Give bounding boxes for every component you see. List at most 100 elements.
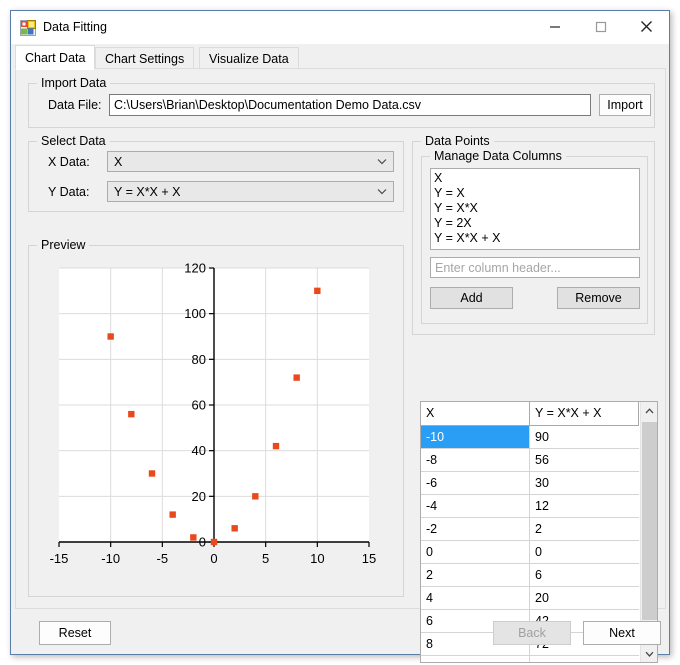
table-cell[interactable]: -4 xyxy=(421,495,530,517)
select-data-group-label: Select Data xyxy=(37,134,110,148)
chart-x-tick-label: -15 xyxy=(50,551,69,566)
list-item[interactable]: Y = X*X + X xyxy=(434,231,639,246)
list-item[interactable]: X xyxy=(434,171,639,186)
table-row[interactable]: 4 20 xyxy=(421,587,639,610)
tab-chart-settings[interactable]: Chart Settings xyxy=(95,47,195,69)
data-points-group-label: Data Points xyxy=(421,134,494,148)
import-data-group: Import Data Data File: Import xyxy=(28,76,655,128)
x-data-combo-value: X xyxy=(114,155,123,169)
minimize-icon[interactable] xyxy=(532,11,577,42)
manage-data-columns-group: Manage Data Columns X Y = X Y = X*X Y = … xyxy=(421,149,648,324)
chart-x-tick-label: 10 xyxy=(310,551,324,566)
table-header-row: XY = X*X + X xyxy=(421,402,639,426)
tab-visualize-data[interactable]: Visualize Data xyxy=(199,47,299,69)
table-cell[interactable]: 90 xyxy=(530,426,639,448)
chart-data-point xyxy=(148,470,156,477)
chart-data-point xyxy=(252,493,259,500)
chart-data-point xyxy=(293,374,300,381)
table-row[interactable]: 10110 xyxy=(421,656,639,662)
data-points-group: Data Points Manage Data Columns X Y = X … xyxy=(412,134,655,335)
table-cell[interactable]: 2 xyxy=(421,564,530,586)
data-columns-listbox[interactable]: X Y = X Y = X*X Y = 2X Y = X*X + X xyxy=(430,168,640,250)
data-file-label: Data File: xyxy=(48,98,102,112)
y-data-label: Y Data: xyxy=(48,185,90,199)
table-row[interactable]: -10 90 xyxy=(421,426,639,449)
app-window: Data Fitting Chart Data Chart Settings V… xyxy=(10,10,670,663)
preview-scatter-chart: -15 -10 -5 0 5 10 15 0 20 40 60 80 100 120 xyxy=(50,261,377,567)
table-cell[interactable]: 20 xyxy=(530,587,639,609)
back-button: Back xyxy=(493,621,571,645)
maximize-icon[interactable] xyxy=(578,11,623,42)
table-cell[interactable]: -8 xyxy=(421,449,530,471)
close-icon[interactable] xyxy=(624,11,669,42)
chart-x-tick-label: -5 xyxy=(157,551,169,566)
preview-group: Preview -15 -10 -5 0 5 10 15 0 20 40 60 80 100 120 xyxy=(28,238,404,597)
chart-data-point xyxy=(210,538,218,546)
table-row[interactable]: 26 xyxy=(421,564,639,587)
chart-y-tick-label: 120 xyxy=(184,261,206,276)
import-data-group-label: Import Data xyxy=(37,76,111,90)
table-cell[interactable]: 56 xyxy=(530,449,639,471)
y-data-combo[interactable]: Y = X*X + X xyxy=(107,181,394,202)
chart-data-point xyxy=(169,511,176,518)
tab-strip: Chart Data Chart Settings Visualize Data xyxy=(15,45,666,70)
new-column-header-input[interactable] xyxy=(430,257,640,278)
table-cell[interactable]: 0 xyxy=(530,541,639,563)
table-cell[interactable]: 0 xyxy=(421,541,530,563)
chart-x-tick-label: 15 xyxy=(362,551,376,566)
table-cell[interactable]: 4 xyxy=(421,587,530,609)
table-cell[interactable]: 110 xyxy=(530,656,639,662)
table-cell[interactable]: 30 xyxy=(530,472,639,494)
manage-data-columns-label: Manage Data Columns xyxy=(430,149,566,163)
x-data-combo[interactable]: X xyxy=(107,151,394,172)
table-row[interactable]: -8 56 xyxy=(421,449,639,472)
title-bar: Data Fitting xyxy=(11,11,669,44)
tab-chart-data[interactable]: Chart Data xyxy=(15,45,96,70)
chevron-down-icon xyxy=(377,182,387,201)
chart-data-point xyxy=(272,442,280,450)
list-item[interactable]: Y = X xyxy=(434,186,639,201)
chart-y-tick-label: 100 xyxy=(184,306,206,321)
chart-x-tick-label: -10 xyxy=(101,551,120,566)
table-cell[interactable]: -10 xyxy=(421,426,530,448)
table-cell[interactable]: 10 xyxy=(421,656,530,662)
chevron-down-icon xyxy=(377,152,387,171)
table-row[interactable]: -6 30 xyxy=(421,472,639,495)
chart-data-point xyxy=(190,534,197,541)
footer-bar: Reset Back Next xyxy=(11,610,669,655)
add-column-button[interactable]: Add xyxy=(430,287,513,309)
window-title: Data Fitting xyxy=(43,20,107,34)
table-cell[interactable]: 12 xyxy=(530,495,639,517)
data-file-input[interactable] xyxy=(109,94,591,116)
table-header-cell[interactable]: Y = X*X + X xyxy=(530,402,639,425)
list-item[interactable]: Y = X*X xyxy=(434,201,639,216)
scrollbar-thumb[interactable] xyxy=(642,422,657,620)
next-button[interactable]: Next xyxy=(583,621,661,645)
x-data-label: X Data: xyxy=(48,155,90,169)
table-row[interactable]: -4 12 xyxy=(421,495,639,518)
chart-y-tick-label: 40 xyxy=(192,443,206,458)
chart-y-tick-label: 80 xyxy=(192,352,206,367)
preview-group-label: Preview xyxy=(37,238,90,252)
chart-x-tick-label: 0 xyxy=(210,551,217,566)
table-cell[interactable]: 6 xyxy=(530,564,639,586)
chart-y-tick-label: 20 xyxy=(192,489,206,504)
table-header-cell[interactable]: X xyxy=(421,402,530,425)
chart-data-point xyxy=(231,525,238,532)
table-row[interactable]: 00 xyxy=(421,541,639,564)
remove-column-button[interactable]: Remove xyxy=(557,287,640,309)
reset-button[interactable]: Reset xyxy=(39,621,111,645)
table-cell[interactable]: -2 xyxy=(421,518,530,540)
chart-data-point xyxy=(128,410,135,418)
table-cell[interactable]: -6 xyxy=(421,472,530,494)
winforms-app-icon xyxy=(20,20,36,36)
chart-data-point xyxy=(314,287,321,295)
list-item[interactable]: Y = 2X xyxy=(434,216,639,231)
table-cell[interactable]: 2 xyxy=(530,518,639,540)
chart-data-point xyxy=(107,333,114,340)
chart-x-tick-label: 5 xyxy=(262,551,269,566)
chevron-up-icon[interactable] xyxy=(641,402,657,419)
import-button[interactable]: Import xyxy=(599,94,651,116)
table-row[interactable]: -2 2 xyxy=(421,518,639,541)
y-data-combo-value: Y = X*X + X xyxy=(114,185,181,199)
